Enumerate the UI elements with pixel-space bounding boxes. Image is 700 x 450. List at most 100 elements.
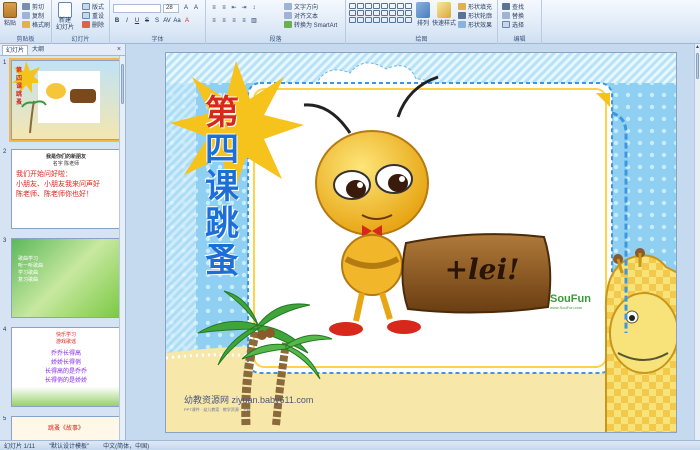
scrollbar-thumb[interactable]: [696, 53, 699, 79]
shape-icon[interactable]: [397, 3, 404, 9]
shape-icon[interactable]: [405, 10, 412, 16]
case-button[interactable]: Aa: [173, 17, 181, 25]
shape-icon[interactable]: [397, 17, 404, 23]
shadow-button[interactable]: S: [153, 17, 161, 25]
tab-outline[interactable]: 大纲: [29, 45, 47, 55]
shape-icon[interactable]: [365, 10, 372, 16]
shape-icon[interactable]: [357, 10, 364, 16]
bullets-icon[interactable]: ≡: [210, 4, 218, 12]
shape-fill-button[interactable]: 形状填充: [458, 2, 492, 11]
slide-thumbnail-row[interactable]: 4 快乐学习 游戏歌谣 乔乔长得高 娇娇长得俏 长得高的是乔乔 长得俏的是娇娇: [0, 327, 126, 409]
find-button[interactable]: 查找: [502, 2, 524, 11]
slide-scrollbar[interactable]: ▲: [694, 44, 700, 440]
layout-button[interactable]: 版式: [82, 2, 104, 11]
shape-icon[interactable]: [389, 17, 396, 23]
shape-icon[interactable]: [365, 3, 372, 9]
slide-thumbnail-3[interactable]: 歌曲学习 听一听歌曲 学习歌曲 复习歌曲: [11, 238, 121, 318]
slide-4-line: 长得高的是乔乔: [44, 369, 87, 375]
paste-button[interactable]: 粘贴: [3, 2, 17, 27]
ribbon: 粘贴 剪切 复制 格式刷 剪贴板 新建 幻灯片 版式 重设 删除 幻灯片 28 …: [0, 0, 700, 44]
shape-icon[interactable]: [357, 17, 364, 23]
slide-thumbnail-5[interactable]: 跳蚤《故事》: [11, 416, 121, 440]
new-slide-button[interactable]: 新建 幻灯片: [56, 2, 74, 32]
slide-editor: 第 四 课 跳 蚤 +lei! SouFun www.SouFun.com 幼教…: [127, 44, 700, 440]
shape-icon[interactable]: [405, 3, 412, 9]
shape-icon[interactable]: [381, 3, 388, 9]
arrange-button[interactable]: 排列: [416, 2, 430, 27]
align-right-icon[interactable]: ≡: [230, 17, 238, 25]
slide-thumbnail-row[interactable]: 3 歌曲学习 听一听歌曲 学习歌曲 复习歌曲: [0, 238, 126, 320]
justify-icon[interactable]: ≡: [240, 17, 248, 25]
quick-styles-button[interactable]: 快速样式: [432, 2, 456, 27]
columns-icon[interactable]: ▥: [250, 17, 258, 25]
shape-gallery[interactable]: [349, 3, 412, 23]
copy-button[interactable]: 复制: [22, 11, 44, 20]
select-button[interactable]: 选择: [502, 20, 524, 29]
thumbnail-scrollbar[interactable]: [119, 56, 125, 440]
align-left-icon[interactable]: ≡: [210, 17, 218, 25]
shape-icon[interactable]: [389, 3, 396, 9]
shape-icon[interactable]: [373, 17, 380, 23]
shape-outline-button[interactable]: 形状轮廓: [458, 11, 492, 20]
delete-slide-button[interactable]: 删除: [82, 20, 104, 29]
slide-number: 2: [3, 149, 7, 155]
line-spacing-icon[interactable]: ↕: [250, 4, 258, 12]
italic-button[interactable]: I: [123, 17, 131, 25]
cut-button[interactable]: 剪切: [22, 2, 44, 11]
align-center-icon[interactable]: ≡: [220, 17, 228, 25]
theme-name: "默认设计模板": [48, 443, 90, 450]
title-char: 第: [205, 93, 239, 133]
shape-icon[interactable]: [349, 3, 356, 9]
shape-icon[interactable]: [405, 17, 412, 23]
scroll-up-arrow[interactable]: ▲: [695, 44, 700, 51]
decrease-indent-icon[interactable]: ⇤: [230, 4, 238, 12]
slide-counter: 幻灯片 1/11: [4, 443, 35, 450]
shape-icon[interactable]: [397, 10, 404, 16]
slide-3-line: 歌曲学习: [18, 256, 39, 262]
language-indicator: 中文(简体，中国): [103, 443, 150, 450]
shape-icon[interactable]: [381, 10, 388, 16]
underline-button[interactable]: U: [133, 17, 141, 25]
close-pane-icon[interactable]: ×: [117, 46, 121, 53]
slide-number: 4: [3, 327, 7, 333]
tab-slides[interactable]: 幻灯片: [2, 44, 29, 55]
spacing-button[interactable]: AV: [163, 17, 171, 25]
smartart-button[interactable]: 转换为 SmartArt: [284, 20, 337, 29]
shape-icon[interactable]: [357, 3, 364, 9]
shape-icon[interactable]: [349, 17, 356, 23]
shape-icon[interactable]: [373, 3, 380, 9]
slide-thumbnail-2[interactable]: 我是你们的新朋友 名字 陈老师 我们开始问好啦： 小朋友、小朋友我来问声好 陈老…: [11, 149, 121, 229]
slide-thumbnail-4[interactable]: 快乐学习 游戏歌谣 乔乔长得高 娇娇长得俏 长得高的是乔乔 长得俏的是娇娇: [11, 327, 121, 407]
shape-icon[interactable]: [389, 10, 396, 16]
slide-artwork: [166, 53, 676, 432]
slide-2-line: 陈老师、陈老师你也好！: [16, 191, 93, 198]
editing-group: 查找 替换 选择 编辑: [498, 0, 542, 44]
slide-thumbnail-row[interactable]: 2 我是你们的新朋友 名字 陈老师 我们开始问好啦： 小朋友、小朋友我来问声好 …: [0, 149, 126, 231]
text-direction-button[interactable]: 文字方向: [284, 2, 318, 11]
current-slide[interactable]: 第 四 课 跳 蚤 +lei! SouFun www.SouFun.com 幼教…: [165, 52, 677, 433]
grow-font-icon[interactable]: A: [182, 4, 190, 12]
slide-title[interactable]: 第 四 课 跳 蚤: [202, 95, 242, 280]
replace-button[interactable]: 替换: [502, 11, 524, 20]
align-text-button[interactable]: 对齐文本: [284, 11, 318, 20]
slide-thumbnail-1[interactable]: 第四课跳蚤: [9, 58, 123, 142]
shape-icon[interactable]: [381, 17, 388, 23]
shape-icon[interactable]: [365, 17, 372, 23]
slide-3-line: 听一听歌曲: [18, 263, 44, 269]
slide-thumbnail-row[interactable]: 5 跳蚤《故事》: [0, 416, 126, 440]
increase-indent-icon[interactable]: ⇥: [240, 4, 248, 12]
numbering-icon[interactable]: ≡: [220, 4, 228, 12]
font-color-button[interactable]: A: [183, 17, 191, 25]
shape-icon[interactable]: [349, 10, 356, 16]
reset-button[interactable]: 重设: [82, 11, 104, 20]
shape-effects-button[interactable]: 形状效果: [458, 20, 492, 29]
scrollbar-thumb[interactable]: [121, 64, 124, 104]
shape-icon[interactable]: [373, 10, 380, 16]
slide-thumbnail-row[interactable]: 1 第四课跳蚤: [0, 58, 126, 142]
format-painter-button[interactable]: 格式刷: [22, 20, 50, 29]
font-name-combo[interactable]: [113, 4, 161, 13]
bold-button[interactable]: B: [113, 17, 121, 25]
strike-button[interactable]: S: [143, 17, 151, 25]
shrink-font-icon[interactable]: A: [192, 4, 200, 12]
font-size-combo[interactable]: 28: [163, 4, 179, 13]
